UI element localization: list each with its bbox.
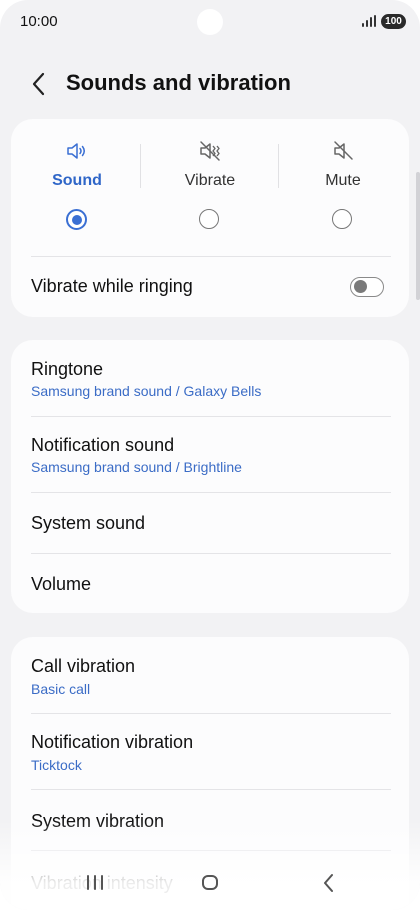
notification-sound-value: Samsung brand sound / Brightline [31,459,242,475]
divider [140,144,141,188]
sound-mode-card: Sound Vibrate Mute Vibrate while ringing [11,119,409,317]
phone-screen: 10:00 100 Sounds and vibration Sound Vib… [0,0,420,910]
camera-cutout [197,9,223,35]
battery-icon: 100 [381,14,406,29]
sound-mode-selector: Sound Vibrate Mute [11,119,409,254]
recents-icon[interactable] [82,870,108,896]
chevron-left-icon [32,72,45,96]
system-sound-label: System sound [31,513,146,533]
status-bar: 10:00 100 [0,0,420,44]
sound-mode-sound[interactable]: Sound [11,119,143,249]
back-icon[interactable] [316,870,342,896]
home-icon[interactable] [198,870,224,896]
sound-radio[interactable] [66,209,87,230]
mute-icon [334,141,353,160]
notification-sound-label: Notification sound [31,435,175,455]
speaker-icon [67,143,85,159]
scrollbar[interactable] [416,172,420,300]
notification-vibration-value: Ticktock [31,757,82,773]
page-title: Sounds and vibration [66,70,291,95]
sound-mode-label: Vibrate [184,172,236,189]
chevron-left-icon [324,874,333,892]
sound-mode-vibrate[interactable]: Vibrate [144,119,276,249]
sound-mode-mute[interactable]: Mute [277,119,409,249]
call-vibration-row[interactable]: Call vibration Basic call [11,637,409,713]
sound-mode-label: Mute [325,172,361,189]
ringtone-value: Samsung brand sound / Galaxy Bells [31,383,262,399]
mute-radio[interactable] [332,209,352,229]
notification-vibration-label: Notification vibration [31,732,194,752]
system-vibration-label: System vibration [31,811,165,831]
navigation-bar [0,860,420,906]
sound-settings-card: Ringtone Samsung brand sound / Galaxy Be… [11,340,409,613]
page-header: Sounds and vibration [0,62,420,106]
back-button[interactable] [28,70,52,98]
volume-row[interactable]: Volume [11,554,409,613]
sound-mode-label: Sound [52,172,102,189]
signal-icon [362,15,376,27]
status-time: 10:00 [20,13,58,30]
volume-label: Volume [31,574,92,594]
vibrate-while-ringing-toggle[interactable] [350,277,384,297]
ringtone-row[interactable]: Ringtone Samsung brand sound / Galaxy Be… [11,340,409,416]
vibrate-radio[interactable] [199,209,219,229]
call-vibration-label: Call vibration [31,656,136,676]
vibrate-icon [200,141,220,161]
notification-sound-row[interactable]: Notification sound Samsung brand sound /… [11,417,409,492]
system-sound-row[interactable]: System sound [11,493,409,553]
call-vibration-value: Basic call [31,681,91,697]
system-vibration-row[interactable]: System vibration [11,790,409,850]
ringtone-label: Ringtone [31,359,104,379]
vibrate-while-ringing-label: Vibrate while ringing [31,276,193,296]
notification-vibration-row[interactable]: Notification vibration Ticktock [11,714,409,789]
